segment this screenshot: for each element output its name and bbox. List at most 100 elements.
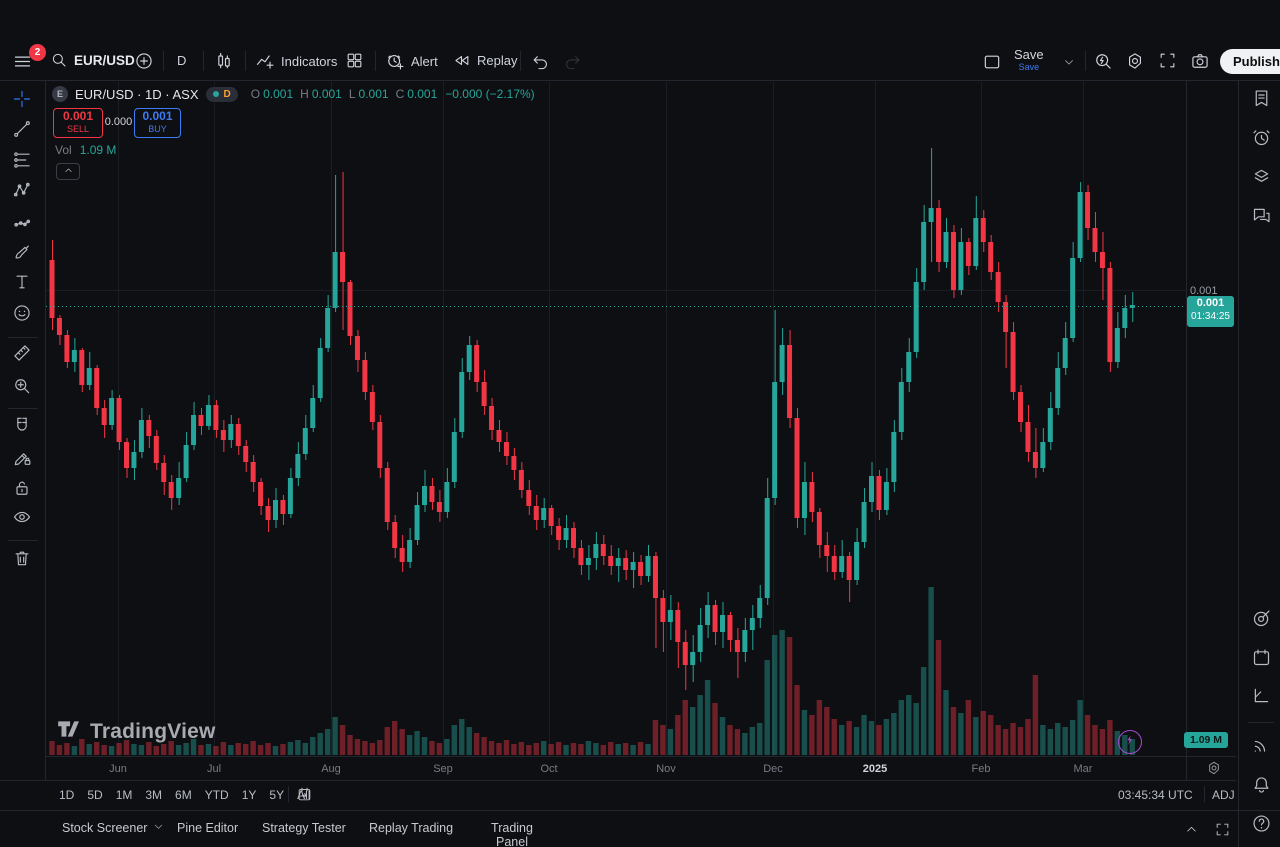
publish-button[interactable]: Publish bbox=[1220, 49, 1280, 74]
sidebar-streams-button[interactable] bbox=[1248, 734, 1274, 760]
fullscreen-icon bbox=[1158, 51, 1177, 70]
tool-crosshair-button[interactable] bbox=[7, 86, 37, 116]
chevron-up-icon bbox=[63, 163, 74, 181]
fullscreen-button[interactable] bbox=[1158, 51, 1177, 70]
range-1m-button[interactable]: 1M bbox=[111, 785, 138, 805]
symbol-search-button[interactable]: EUR/USD bbox=[50, 51, 135, 69]
layout-icon bbox=[982, 52, 1002, 72]
tool-magnet-button[interactable] bbox=[7, 412, 37, 442]
sidebar-layers-button[interactable] bbox=[1248, 166, 1274, 192]
undo-button[interactable] bbox=[531, 52, 550, 71]
range-5d-button[interactable]: 5D bbox=[82, 785, 107, 805]
sidebar-scorecard-button[interactable] bbox=[1248, 685, 1274, 711]
quick-search-button[interactable] bbox=[1093, 51, 1113, 71]
clock-display[interactable]: 03:45:34 UTC bbox=[1118, 781, 1193, 808]
brush-icon bbox=[12, 242, 32, 267]
redo-button[interactable] bbox=[563, 52, 582, 71]
range-ytd-button[interactable]: YTD bbox=[200, 785, 234, 805]
chart-legend[interactable]: E EUR/USD · 1D · ASX D O 0.001 H 0.001 L… bbox=[52, 86, 535, 102]
sidebar-chat-button[interactable] bbox=[1248, 205, 1274, 231]
footer-collapse-button[interactable] bbox=[1184, 822, 1199, 837]
symbol-logo: E bbox=[52, 86, 68, 102]
time-axis[interactable]: JunJulAugSepOctNovDec2025FebMar bbox=[0, 758, 1236, 780]
layers-icon bbox=[1251, 166, 1272, 192]
strategy-tester-tab[interactable]: Strategy Tester bbox=[262, 811, 346, 845]
clock-value: 03:45:34 UTC bbox=[1118, 788, 1193, 802]
tool-trash-button[interactable] bbox=[7, 545, 37, 575]
go-to-date-button[interactable] bbox=[296, 786, 313, 803]
chart-settings-button[interactable] bbox=[1125, 51, 1145, 71]
time-axis-label: Dec bbox=[745, 758, 801, 780]
sidebar-alarm-button[interactable] bbox=[1248, 127, 1274, 153]
adjusted-data-toggle[interactable]: ADJ bbox=[1212, 781, 1235, 808]
magnet-icon bbox=[12, 415, 32, 440]
market-open-dot-icon bbox=[213, 91, 219, 97]
technicals-lightning-button[interactable] bbox=[1118, 730, 1142, 754]
volume-legend[interactable]: Vol 1.09 M bbox=[55, 143, 116, 157]
layout-button[interactable] bbox=[982, 52, 1002, 72]
time-axis-label: 2025 bbox=[847, 758, 903, 780]
toolbar-divider bbox=[1085, 51, 1086, 71]
replay-button[interactable]: Replay bbox=[452, 51, 517, 70]
tool-brush-button[interactable] bbox=[7, 239, 37, 269]
tool-text-button[interactable] bbox=[7, 269, 37, 299]
tool-drawing-lock-button[interactable] bbox=[7, 445, 37, 475]
range-6m-button[interactable]: 6M bbox=[170, 785, 197, 805]
replay-trading-tab[interactable]: Replay Trading bbox=[369, 811, 453, 845]
toolbar-divider bbox=[163, 51, 164, 71]
low-label: L bbox=[349, 87, 356, 101]
sidebar-watchlist-button[interactable] bbox=[1248, 88, 1274, 114]
market-status-pill[interactable]: D bbox=[206, 87, 238, 102]
ohlc-values: O 0.001 H 0.001 L 0.001 C 0.001 −0.000 (… bbox=[251, 87, 535, 101]
range-1y-button[interactable]: 1Y bbox=[237, 785, 262, 805]
tool-xabcd-pattern-button[interactable] bbox=[7, 177, 37, 207]
tool-trend-line-button[interactable] bbox=[7, 116, 37, 146]
volume-axis-badge: 1.09 M bbox=[1184, 732, 1228, 748]
sidebar-ideas-button[interactable] bbox=[1248, 608, 1274, 634]
tool-fib-retracement-button[interactable] bbox=[7, 147, 37, 177]
indicators-icon bbox=[255, 51, 275, 71]
chat-icon bbox=[1251, 205, 1272, 231]
spread-value: 0.000 bbox=[104, 116, 133, 128]
price-chart[interactable] bbox=[46, 82, 1186, 756]
footer-maximize-button[interactable] bbox=[1214, 821, 1231, 838]
sidebar-calendar-button[interactable] bbox=[1248, 647, 1274, 673]
hide-icon bbox=[12, 507, 32, 532]
chart-style-button[interactable] bbox=[214, 51, 234, 71]
trading-panel-tab[interactable]: Trading Panel bbox=[484, 821, 540, 847]
save-layout-button[interactable]: Save Save bbox=[1014, 48, 1044, 72]
tool-forecast-button[interactable] bbox=[7, 208, 37, 238]
pine-editor-tab[interactable]: Pine Editor bbox=[177, 811, 238, 845]
volume-value: 1.09 M bbox=[80, 143, 117, 157]
tool-lock-button[interactable] bbox=[7, 475, 37, 505]
tool-ruler-button[interactable] bbox=[7, 340, 37, 370]
pine-editor-label: Pine Editor bbox=[177, 821, 238, 835]
range-3m-button[interactable]: 3M bbox=[140, 785, 167, 805]
range-5y-button[interactable]: 5Y bbox=[264, 785, 289, 805]
tool-hide-button[interactable] bbox=[7, 504, 37, 534]
volume-label: Vol bbox=[55, 143, 72, 157]
interval-button[interactable]: D bbox=[177, 53, 186, 68]
range-1d-button[interactable]: 1D bbox=[54, 785, 79, 805]
alert-button[interactable]: Alert bbox=[385, 51, 438, 71]
candles-icon bbox=[214, 51, 234, 71]
stock-screener-tab[interactable]: Stock Screener bbox=[62, 811, 165, 845]
save-menu-chevron[interactable] bbox=[1062, 55, 1076, 69]
sell-button[interactable]: 0.001 SELL bbox=[53, 108, 103, 138]
chevron-up-icon bbox=[1184, 822, 1199, 837]
compare-add-button[interactable] bbox=[134, 51, 154, 71]
replay-label: Replay bbox=[477, 53, 517, 68]
help-icon bbox=[1251, 813, 1272, 839]
indicators-button[interactable]: Indicators bbox=[255, 51, 337, 71]
time-axis-label: Mar bbox=[1055, 758, 1111, 780]
redo-icon bbox=[563, 52, 582, 71]
snapshot-button[interactable] bbox=[1190, 51, 1210, 71]
collapse-panel-button[interactable] bbox=[56, 163, 80, 180]
buy-button[interactable]: 0.001 BUY bbox=[134, 108, 181, 138]
sidebar-help-button[interactable] bbox=[1248, 813, 1274, 839]
indicator-templates-button[interactable] bbox=[345, 51, 364, 70]
axis-settings-button[interactable] bbox=[1206, 760, 1222, 781]
sidebar-notifications-button[interactable] bbox=[1248, 774, 1274, 800]
tool-zoom-in-button[interactable] bbox=[7, 373, 37, 403]
tool-emoji-button[interactable] bbox=[7, 300, 37, 330]
